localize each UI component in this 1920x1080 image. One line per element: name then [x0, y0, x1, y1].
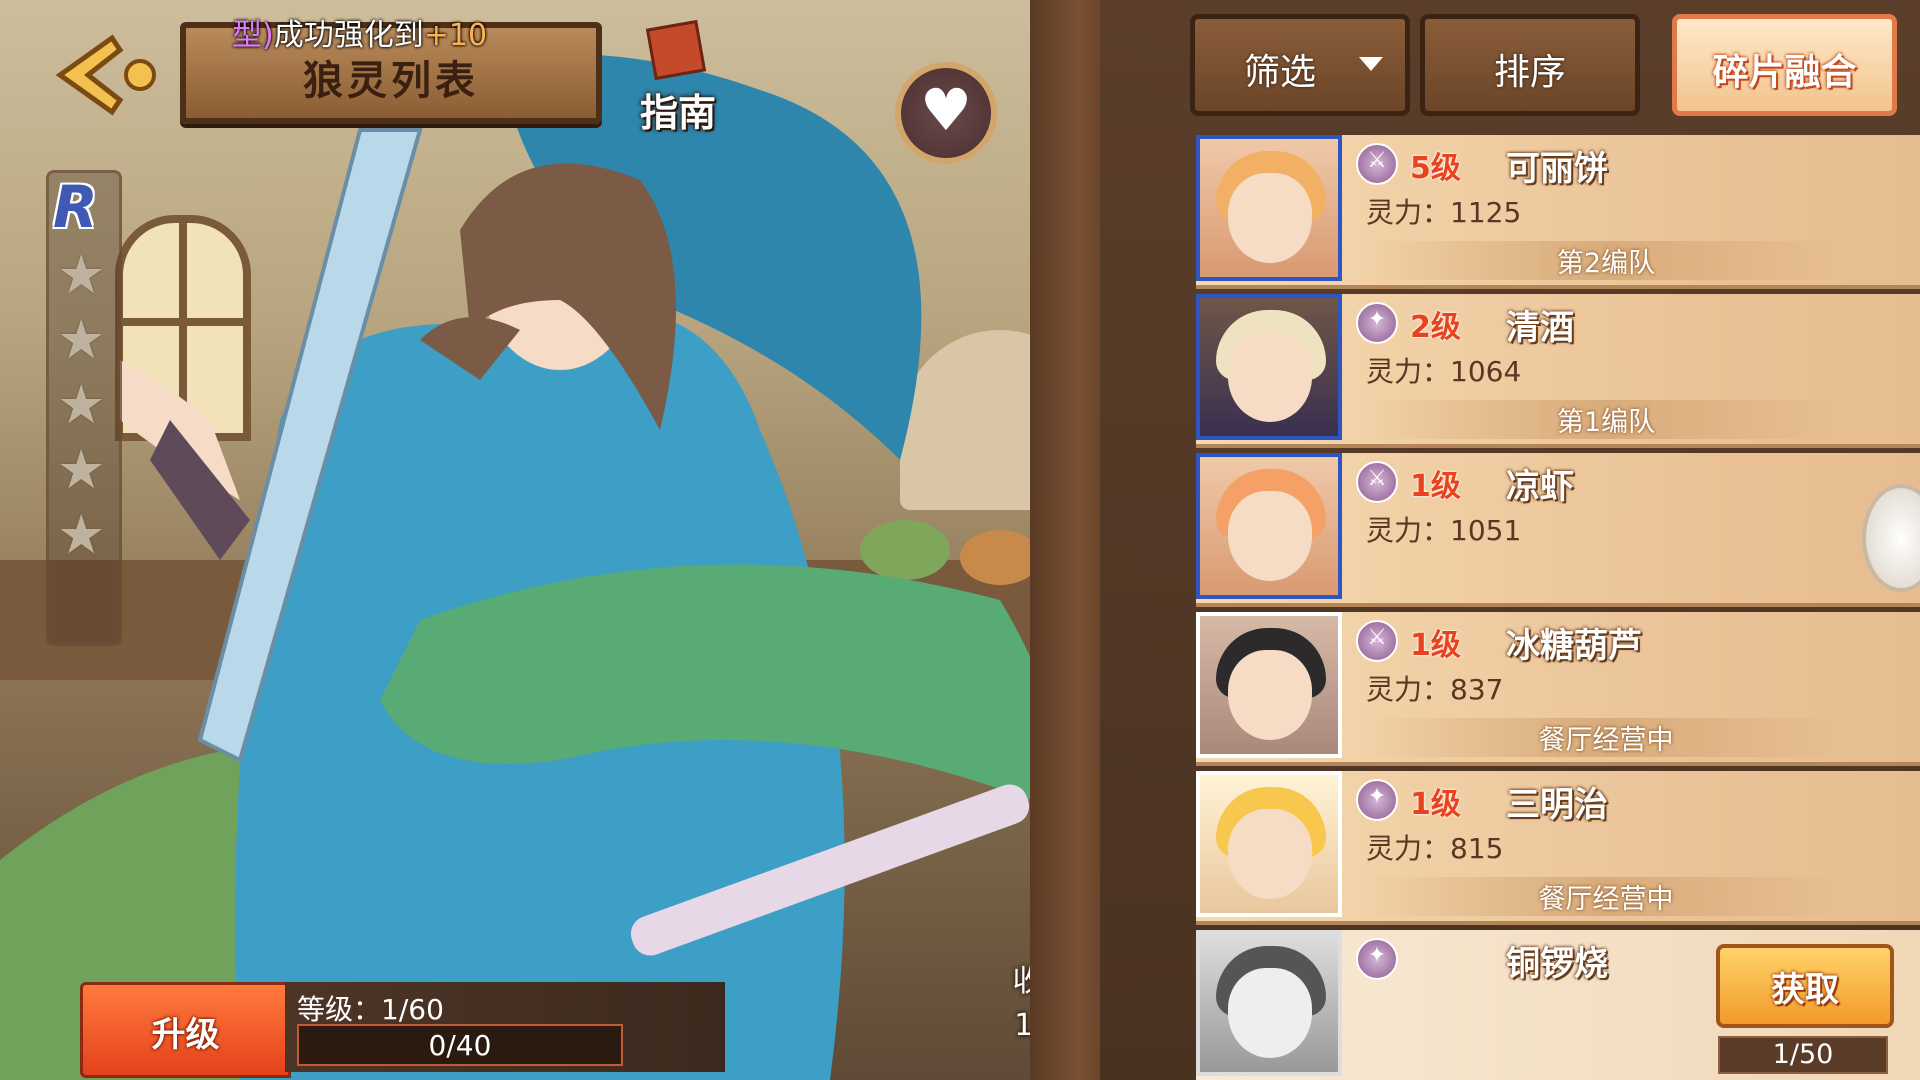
portrait-face	[1228, 968, 1312, 1058]
character-portrait	[1196, 135, 1342, 281]
character-status: 餐厅经营中	[1366, 877, 1846, 916]
character-level: 1级	[1410, 469, 1461, 504]
character-power: 灵力：1051	[1366, 514, 1522, 547]
character-card[interactable]: ⚔ 1级 凉虾 灵力：1051	[1196, 453, 1920, 607]
character-name: 三明治	[1506, 785, 1608, 825]
favorite-button[interactable]: ♥	[895, 62, 997, 164]
fragment-fusion-button[interactable]: 碎片融合	[1672, 14, 1897, 116]
star-badge-icon: ✦	[1356, 938, 1398, 980]
exp-bar: 0/40	[297, 1024, 623, 1066]
character-portrait	[1196, 612, 1342, 758]
swords-icon: ⚔	[1356, 143, 1398, 185]
back-arrow-icon	[55, 34, 156, 116]
back-button[interactable]	[42, 30, 167, 120]
character-power: 灵力：837	[1366, 673, 1504, 706]
character-status: 餐厅经营中	[1366, 718, 1846, 757]
portrait-face	[1228, 491, 1312, 581]
toast-plus: +10	[423, 18, 488, 53]
rarity-star-bar: R ★ ★ ★ ★ ★	[46, 170, 122, 646]
character-level: 1级	[1410, 628, 1461, 663]
star-icon: ★	[57, 503, 106, 566]
star-icon: ★	[57, 373, 106, 436]
exp-text: 0/40	[428, 1029, 492, 1062]
filter-button[interactable]: 筛选	[1190, 14, 1410, 116]
character-level: 5级	[1410, 151, 1461, 186]
toast-prefix: 型)	[232, 18, 274, 53]
portrait-face	[1228, 809, 1312, 899]
character-level: 1级	[1410, 787, 1461, 822]
heart-icon: ♥	[920, 76, 972, 144]
guide-label: 指南	[640, 91, 717, 135]
upgrade-button[interactable]: 升级	[80, 982, 291, 1078]
character-power: 灵力：1125	[1366, 196, 1522, 229]
guide-button[interactable]: 指南	[628, 19, 728, 135]
character-level: 2级	[1410, 310, 1461, 345]
obtain-label: 获取	[1771, 970, 1839, 1010]
star-badge-icon: ✦	[1356, 779, 1398, 821]
toast-text: 成功强化到	[273, 18, 424, 53]
upgrade-area: 升级 等级：1/60 0/40	[80, 980, 725, 1080]
character-status: 第2编队	[1366, 241, 1846, 280]
character-portrait	[1196, 294, 1342, 440]
level-panel: 等级：1/60 0/40	[285, 982, 725, 1072]
portrait-face	[1228, 173, 1312, 263]
fuse-label: 碎片融合	[1712, 52, 1857, 93]
level-label: 等级：1/60	[297, 993, 444, 1026]
star-icon: ★	[57, 243, 106, 306]
fragment-progress: 1/50	[1718, 1036, 1888, 1074]
character-power: 灵力：1064	[1366, 355, 1522, 388]
swords-icon: ⚔	[1356, 620, 1398, 662]
character-name: 凉虾	[1506, 467, 1574, 507]
portrait-face	[1228, 332, 1312, 422]
character-name: 铜锣烧	[1506, 944, 1608, 984]
character-name: 可丽饼	[1506, 149, 1608, 189]
sort-label: 排序	[1493, 52, 1566, 93]
star-icon: ★	[57, 308, 106, 371]
character-card[interactable]: ⚔ 5级 可丽饼 灵力：1125 第2编队	[1196, 135, 1920, 289]
fragment-count: 1/50	[1772, 1039, 1834, 1070]
character-portrait-locked	[1196, 930, 1342, 1076]
character-card[interactable]: ⚔ 1级 冰糖葫芦 灵力：837 餐厅经营中	[1196, 612, 1920, 766]
character-power: 灵力：815	[1366, 832, 1504, 865]
character-card[interactable]: ✦ 2级 清酒 灵力：1064 第1编队	[1196, 294, 1920, 448]
dropdown-arrow-icon	[1359, 57, 1383, 71]
character-card[interactable]: ✦ 1级 三明治 灵力：815 餐厅经营中	[1196, 771, 1920, 925]
obtain-button[interactable]: 获取	[1716, 944, 1894, 1028]
character-portrait	[1196, 453, 1342, 599]
character-name: 冰糖葫芦	[1506, 626, 1642, 666]
character-name: 清酒	[1506, 308, 1574, 348]
rarity-badge: R	[53, 173, 98, 241]
upgrade-label: 升级	[151, 1015, 220, 1055]
character-portrait	[1196, 771, 1342, 917]
portrait-face	[1228, 650, 1312, 740]
star-badge-icon: ✦	[1356, 302, 1398, 344]
swords-icon: ⚔	[1356, 461, 1398, 503]
guide-book-icon	[645, 19, 707, 81]
star-icon: ★	[57, 438, 106, 501]
character-status: 第1编队	[1366, 400, 1846, 439]
game-screen: 狼灵列表 型)成功强化到+10 指南 ♥ R ★ ★ ★ ★ ★ 升级 等级：1…	[0, 0, 1920, 1080]
sort-button[interactable]: 排序	[1420, 14, 1640, 116]
page-title: 狼灵列表	[303, 58, 479, 104]
enhance-toast: 型)成功强化到+10	[232, 10, 487, 54]
